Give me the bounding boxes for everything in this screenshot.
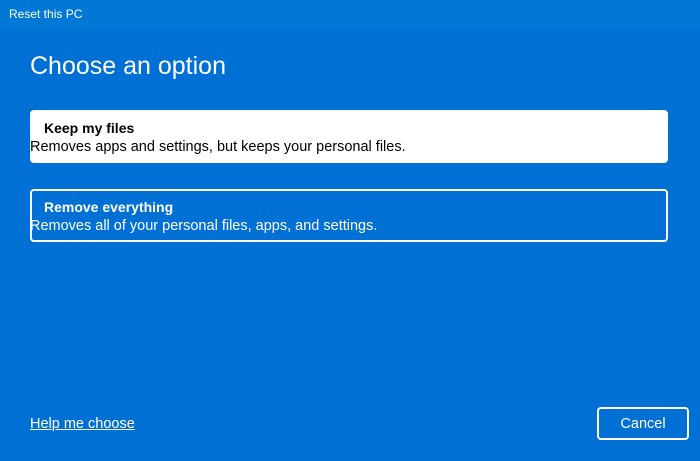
page-title: Choose an option	[30, 52, 226, 80]
option-keep-my-files[interactable]: Keep my files Removes apps and settings,…	[30, 110, 668, 163]
title-bar: Reset this PC	[0, 0, 700, 30]
window-title: Reset this PC	[9, 7, 83, 21]
help-me-choose-link[interactable]: Help me choose	[30, 416, 135, 432]
option-title: Remove everything	[44, 199, 174, 215]
option-description: Removes all of your personal files, apps…	[30, 218, 378, 234]
option-title: Keep my files	[44, 120, 135, 136]
cancel-button[interactable]: Cancel	[597, 407, 689, 440]
option-description: Removes apps and settings, but keeps you…	[30, 139, 406, 155]
option-remove-everything[interactable]: Remove everything Removes all of your pe…	[30, 189, 668, 242]
